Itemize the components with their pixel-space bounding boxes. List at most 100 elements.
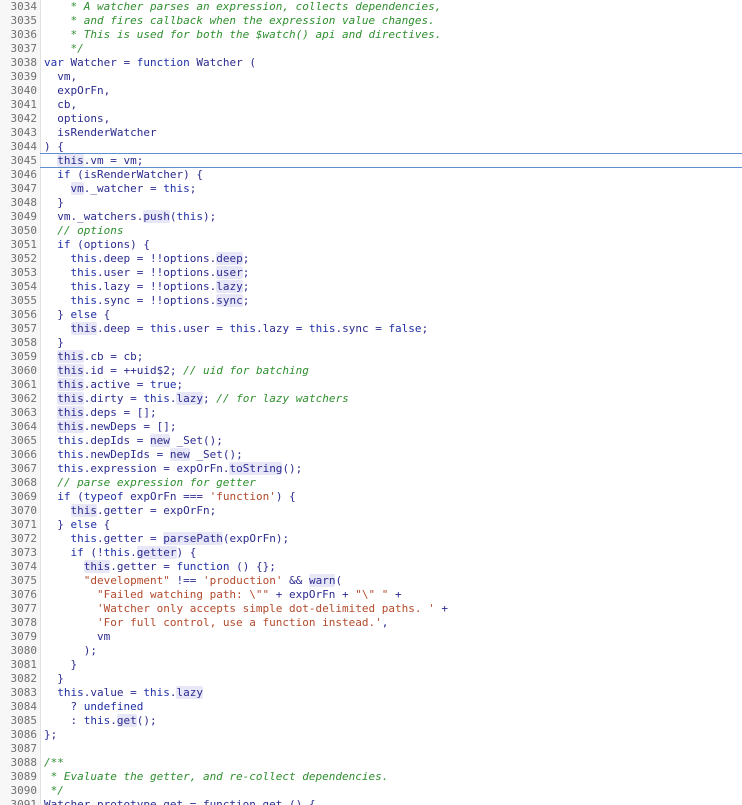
code-line[interactable]: 3082 } bbox=[0, 672, 742, 686]
code-line[interactable]: 3040 expOrFn, bbox=[0, 84, 742, 98]
code-line[interactable]: 3089 * Evaluate the getter, and re-colle… bbox=[0, 770, 742, 784]
code-text[interactable]: ) { bbox=[44, 140, 64, 154]
code-text[interactable]: } bbox=[44, 336, 64, 350]
code-line[interactable]: 3049 vm._watchers.push(this); bbox=[0, 210, 742, 224]
code-line[interactable]: 3057 this.deep = this.user = this.lazy =… bbox=[0, 322, 742, 336]
code-line[interactable]: 3045 this.vm = vm; bbox=[0, 154, 742, 168]
code-line[interactable]: 3062 this.dirty = this.lazy; // for lazy… bbox=[0, 392, 742, 406]
code-text[interactable]: this.vm = vm; bbox=[44, 154, 143, 168]
code-text[interactable]: this.deep = !!options.deep; bbox=[44, 252, 249, 266]
code-text[interactable]: this.getter = parsePath(expOrFn); bbox=[44, 532, 289, 546]
code-text[interactable]: ? undefined bbox=[44, 700, 143, 714]
code-text[interactable]: if (options) { bbox=[44, 238, 150, 252]
code-line[interactable]: 3074 this.getter = function () {}; bbox=[0, 560, 742, 574]
code-text[interactable]: vm._watcher = this; bbox=[44, 182, 196, 196]
code-text[interactable]: vm._watchers.push(this); bbox=[44, 210, 216, 224]
code-text[interactable]: * and fires callback when the expression… bbox=[44, 14, 434, 28]
code-line[interactable]: 3051 if (options) { bbox=[0, 238, 742, 252]
code-text[interactable]: this.getter = expOrFn; bbox=[44, 504, 216, 518]
code-line[interactable]: 3035 * and fires callback when the expre… bbox=[0, 14, 742, 28]
code-line[interactable]: 3047 vm._watcher = this; bbox=[0, 182, 742, 196]
code-text[interactable]: this.newDepIds = new _Set(); bbox=[44, 448, 243, 462]
code-line[interactable]: 3086}; bbox=[0, 728, 742, 742]
code-line[interactable]: 3065 this.depIds = new _Set(); bbox=[0, 434, 742, 448]
code-text[interactable]: options, bbox=[44, 112, 110, 126]
code-line[interactable]: 3034 * A watcher parses an expression, c… bbox=[0, 0, 742, 14]
code-line[interactable]: 3085 : this.get(); bbox=[0, 714, 742, 728]
code-line[interactable]: 3061 this.active = true; bbox=[0, 378, 742, 392]
code-text[interactable]: vm, bbox=[44, 70, 77, 84]
code-line[interactable]: 3060 this.id = ++uid$2; // uid for batch… bbox=[0, 364, 742, 378]
code-line[interactable]: 3077 'Watcher only accepts simple dot-de… bbox=[0, 602, 742, 616]
code-line[interactable]: 3038 var Watcher = function Watcher ( bbox=[0, 56, 742, 70]
code-line[interactable]: 3054 this.lazy = !!options.lazy; bbox=[0, 280, 742, 294]
code-text[interactable]: this.active = true; bbox=[44, 378, 183, 392]
code-line[interactable]: 3087 bbox=[0, 742, 742, 756]
code-line[interactable]: 3039 vm, bbox=[0, 70, 742, 84]
code-line[interactable]: 3036 * This is used for both the $watch(… bbox=[0, 28, 742, 42]
code-line[interactable]: 3067 this.expression = expOrFn.toString(… bbox=[0, 462, 742, 476]
code-line[interactable]: 3068 // parse expression for getter bbox=[0, 476, 742, 490]
code-text[interactable]: } else { bbox=[44, 308, 110, 322]
code-text[interactable]: this.getter = function () {}; bbox=[44, 560, 276, 574]
code-text[interactable]: this.expression = expOrFn.toString(); bbox=[44, 462, 302, 476]
code-text[interactable]: this.user = !!options.user; bbox=[44, 266, 249, 280]
code-text[interactable]: "Failed watching path: \"" + expOrFn + "… bbox=[44, 588, 402, 602]
code-text[interactable]: isRenderWatcher bbox=[44, 126, 156, 140]
code-text[interactable]: if (typeof expOrFn === 'function') { bbox=[44, 490, 295, 504]
code-text[interactable]: * Evaluate the getter, and re-collect de… bbox=[44, 770, 389, 784]
code-text[interactable]: this.depIds = new _Set(); bbox=[44, 434, 223, 448]
code-text[interactable]: if (!this.getter) { bbox=[44, 546, 196, 560]
code-text[interactable]: this.deps = []; bbox=[44, 406, 157, 420]
code-text[interactable]: ); bbox=[44, 644, 97, 658]
code-text[interactable]: 'Watcher only accepts simple dot-delimit… bbox=[44, 602, 448, 616]
code-text[interactable]: // parse expression for getter bbox=[44, 476, 256, 490]
code-line[interactable]: 3081 } bbox=[0, 658, 742, 672]
code-text[interactable]: if (isRenderWatcher) { bbox=[44, 168, 203, 182]
code-text[interactable]: 'For full control, use a function instea… bbox=[44, 616, 388, 630]
code-line[interactable]: 3091 Watcher.prototype.get = function get… bbox=[0, 798, 742, 805]
code-text[interactable]: cb, bbox=[44, 98, 77, 112]
code-line[interactable]: 3083 this.value = this.lazy bbox=[0, 686, 742, 700]
code-line[interactable]: 3059 this.cb = cb; bbox=[0, 350, 742, 364]
code-text[interactable]: : this.get(); bbox=[44, 714, 157, 728]
code-line[interactable]: 3088 /** bbox=[0, 756, 742, 770]
code-text[interactable]: this.id = ++uid$2; // uid for batching bbox=[44, 364, 309, 378]
code-text[interactable]: this.value = this.lazy bbox=[44, 686, 203, 700]
code-line[interactable]: 3080 ); bbox=[0, 644, 742, 658]
code-line[interactable]: 3064 this.newDeps = []; bbox=[0, 420, 742, 434]
code-text[interactable]: vm bbox=[44, 630, 110, 644]
code-line[interactable]: 3041 cb, bbox=[0, 98, 742, 112]
code-text[interactable]: this.newDeps = []; bbox=[44, 420, 176, 434]
code-line[interactable]: 3084 ? undefined bbox=[0, 700, 742, 714]
code-line[interactable]: 3046 if (isRenderWatcher) { bbox=[0, 168, 742, 182]
code-text[interactable]: Watcher.prototype.get = function get () … bbox=[44, 798, 316, 805]
code-text[interactable]: var Watcher = function Watcher ( bbox=[44, 56, 256, 70]
code-line[interactable]: 3058 } bbox=[0, 336, 742, 350]
code-text[interactable]: this.cb = cb; bbox=[44, 350, 143, 364]
code-line[interactable]: 3063 this.deps = []; bbox=[0, 406, 742, 420]
code-text[interactable]: } bbox=[44, 672, 64, 686]
code-text[interactable]: /** bbox=[44, 756, 64, 770]
code-line[interactable]: 3042 options, bbox=[0, 112, 742, 126]
code-text[interactable]: } bbox=[44, 196, 64, 210]
code-text[interactable]: this.dirty = this.lazy; // for lazy watc… bbox=[44, 392, 349, 406]
code-line[interactable]: 3072 this.getter = parsePath(expOrFn); bbox=[0, 532, 742, 546]
code-text[interactable]: this.lazy = !!options.lazy; bbox=[44, 280, 249, 294]
code-line[interactable]: 3055 this.sync = !!options.sync; bbox=[0, 294, 742, 308]
code-line[interactable]: 3044) { bbox=[0, 140, 742, 154]
code-text[interactable]: */ bbox=[44, 42, 83, 56]
code-editor[interactable]: 3034 * A watcher parses an expression, c… bbox=[0, 0, 742, 805]
code-line[interactable]: 3037 */ bbox=[0, 42, 742, 56]
code-text[interactable]: "development" !== 'production' && warn( bbox=[44, 574, 342, 588]
code-text[interactable]: expOrFn, bbox=[44, 84, 110, 98]
code-line[interactable]: 3070 this.getter = expOrFn; bbox=[0, 504, 742, 518]
code-line[interactable]: 3071 } else { bbox=[0, 518, 742, 532]
code-line[interactable]: 3056 } else { bbox=[0, 308, 742, 322]
code-line[interactable]: 3048 } bbox=[0, 196, 742, 210]
code-line[interactable]: 3073 if (!this.getter) { bbox=[0, 546, 742, 560]
code-line[interactable]: 3078 'For full control, use a function i… bbox=[0, 616, 742, 630]
code-line[interactable]: 3090 */ bbox=[0, 784, 742, 798]
code-text[interactable]: }; bbox=[44, 728, 57, 742]
code-text[interactable]: // options bbox=[44, 224, 123, 238]
